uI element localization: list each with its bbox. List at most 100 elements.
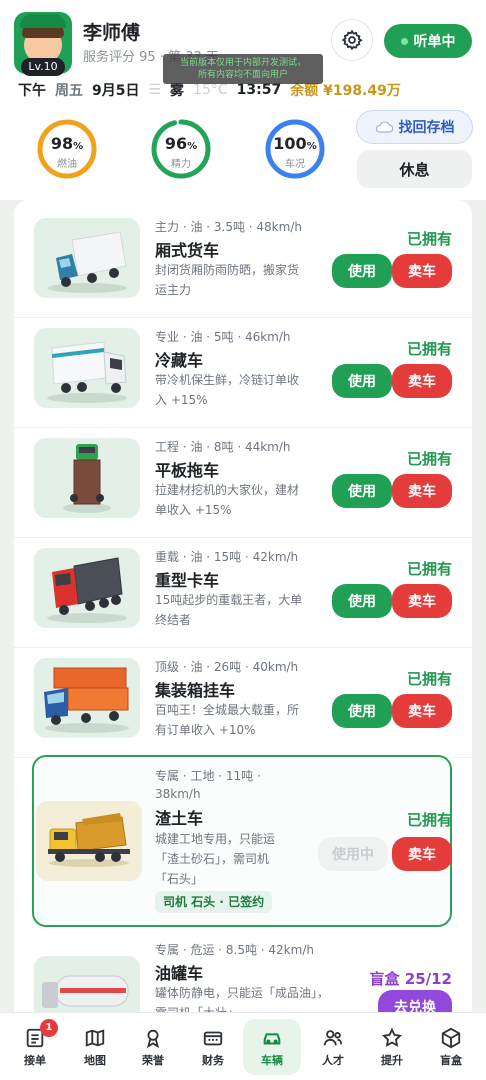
rest-button[interactable]: 休息 bbox=[357, 150, 472, 188]
nav-label: 财务 bbox=[202, 1053, 224, 1067]
box-icon bbox=[441, 1027, 461, 1048]
vehicle-list[interactable]: 主力 · 油 · 3.5吨 · 48km/h 厢式货车 封闭货厢防雨防晒，搬家货… bbox=[14, 200, 472, 1012]
blind-box-count: 盲盒 25/12 bbox=[369, 970, 452, 988]
recover-save-button[interactable]: 找回存档 bbox=[356, 110, 473, 144]
tanker-truck-image bbox=[34, 956, 140, 1012]
use-vehicle-button[interactable]: 使用 bbox=[332, 584, 392, 618]
status-dot-icon bbox=[400, 37, 408, 45]
nav-label: 盲盒 bbox=[440, 1053, 462, 1067]
clock: 13:57 bbox=[236, 82, 282, 98]
nav-orders[interactable]: 接单 1 bbox=[6, 1013, 64, 1080]
vehicle-meta: 专属 · 危运 · 8.5吨 · 42km/h bbox=[155, 943, 314, 957]
vehicle-card: 专业 · 油 · 5吨 · 46km/h 冷藏车 带冷机保生鲜，冷链订单收入 +… bbox=[14, 318, 472, 428]
gear-icon bbox=[341, 29, 363, 51]
use-vehicle-button[interactable]: 使用 bbox=[332, 474, 392, 508]
notice-line-2: 所有内容均不面向用户 bbox=[197, 70, 288, 80]
vehicle-meta: 重载 · 油 · 15吨 · 42km/h bbox=[155, 550, 299, 564]
map-icon bbox=[85, 1028, 105, 1047]
dev-notice-toast: 当前版本仅用于内部开发测试， 所有内容均不面向用户 bbox=[163, 54, 323, 84]
vehicle-name: 渣土车 bbox=[155, 809, 204, 828]
owned-status: 已拥有 bbox=[406, 670, 452, 688]
notice-line-1: 当前版本仅用于内部开发测试， bbox=[179, 58, 306, 68]
sell-vehicle-button[interactable]: 卖车 bbox=[392, 837, 452, 871]
star-icon bbox=[381, 1027, 403, 1047]
cloud-icon bbox=[375, 121, 393, 133]
energy-gauge: 96% 精力 bbox=[150, 118, 212, 180]
nav-finance[interactable]: 财务 bbox=[184, 1013, 242, 1080]
redeem-button[interactable]: 去兑换 bbox=[378, 990, 452, 1012]
nav-blind-box[interactable]: 盲盒 bbox=[422, 1013, 480, 1080]
weekday: 周五 bbox=[55, 83, 83, 99]
nav-label: 接单 bbox=[24, 1053, 46, 1067]
listen-label: 听单中 bbox=[413, 34, 456, 50]
in-use-button: 使用中 bbox=[318, 837, 388, 871]
car-icon bbox=[263, 1032, 281, 1045]
vehicle-desc: 城建工地专用，只能运 「渣土砂石」，需司机 「石头」 bbox=[155, 832, 276, 886]
vehicle-desc: 15吨起步的重载王者，大单 终结者 bbox=[155, 593, 303, 627]
vehicle-meta: 顶级 · 油 · 26吨 · 40km/h bbox=[155, 660, 299, 674]
header: Lv.10 李师傅 服务评分 95 · 第 33 天 听单中 下午 周五 9月5… bbox=[0, 0, 486, 200]
refrigerated-truck-image bbox=[34, 328, 140, 408]
owned-status: 已拥有 bbox=[406, 811, 452, 829]
nav-vehicles[interactable]: 车辆 bbox=[243, 1019, 301, 1075]
nav-talent[interactable]: 人才 bbox=[304, 1013, 362, 1080]
notification-badge: 1 bbox=[40, 1019, 58, 1037]
bottom-nav: 接单 1 地图 荣誉 财务 车辆 人才 提升 盲盒 bbox=[0, 1012, 486, 1080]
level-badge: Lv.10 bbox=[21, 58, 65, 76]
sell-vehicle-button[interactable]: 卖车 bbox=[392, 474, 452, 508]
vehicle-card: 顶级 · 油 · 26吨 · 40km/h 集装箱挂车 百吨王！全城最大载重，所… bbox=[14, 648, 472, 758]
vehicle-card-active: 专属 · 工地 · 11吨 · 38km/h 渣土车 城建工地专用，只能运 「渣土砂… bbox=[32, 755, 452, 927]
nav-label: 人才 bbox=[322, 1053, 344, 1067]
vehicle-meta: 专属 · 工地 · 11吨 · 38km/h bbox=[155, 769, 261, 801]
vehicle-name: 厢式货车 bbox=[155, 241, 220, 260]
fuel-value: 98% bbox=[50, 134, 84, 153]
use-vehicle-button[interactable]: 使用 bbox=[332, 694, 392, 728]
box-truck-image bbox=[34, 218, 140, 298]
vehicle-card-locked: 专属 · 危运 · 8.5吨 · 42km/h 油罐车 罐体防静电，只能运「成品… bbox=[14, 934, 472, 1012]
temperature: 15°C bbox=[193, 82, 228, 98]
use-vehicle-button[interactable]: 使用 bbox=[332, 254, 392, 288]
sell-vehicle-button[interactable]: 卖车 bbox=[392, 254, 452, 288]
flatbed-truck-image bbox=[34, 438, 140, 518]
vehicle-name: 冷藏车 bbox=[155, 351, 204, 370]
vehicle-name: 油罐车 bbox=[155, 964, 204, 983]
condition-value: 100% bbox=[273, 134, 317, 153]
sell-vehicle-button[interactable]: 卖车 bbox=[392, 694, 452, 728]
driver-contract-tag: 司机 石头 · 已签约 bbox=[155, 891, 273, 913]
nav-honor[interactable]: 荣誉 bbox=[124, 1013, 182, 1080]
sell-vehicle-button[interactable]: 卖车 bbox=[392, 364, 452, 398]
nav-map[interactable]: 地图 bbox=[66, 1013, 124, 1080]
vehicle-name: 重型卡车 bbox=[155, 571, 220, 590]
heavy-truck-image bbox=[34, 548, 140, 628]
dump-truck-image bbox=[36, 801, 142, 881]
people-icon bbox=[323, 1029, 343, 1045]
vehicle-name: 平板拖车 bbox=[155, 461, 220, 480]
vehicle-card: 重载 · 油 · 15吨 · 42km/h 重型卡车 15吨起步的重载王者，大单… bbox=[14, 538, 472, 648]
owned-status: 已拥有 bbox=[406, 560, 452, 578]
nav-upgrade[interactable]: 提升 bbox=[363, 1013, 421, 1080]
vehicle-meta: 专业 · 油 · 5吨 · 46km/h bbox=[155, 330, 291, 344]
date: 9月5日 bbox=[92, 83, 140, 99]
vehicle-desc: 拉建材挖机的大家伙，建材 单收入 +15% bbox=[155, 483, 300, 517]
sell-vehicle-button[interactable]: 卖车 bbox=[392, 584, 452, 618]
energy-label: 精力 bbox=[171, 159, 191, 170]
condition-label: 车况 bbox=[285, 159, 305, 170]
listen-toggle-button[interactable]: 听单中 bbox=[384, 24, 472, 58]
settings-button[interactable] bbox=[331, 19, 373, 61]
owned-status: 已拥有 bbox=[406, 450, 452, 468]
driver-name: 李师傅 bbox=[83, 22, 141, 44]
vehicle-meta: 工程 · 油 · 8吨 · 44km/h bbox=[155, 440, 291, 454]
weather-icon: ☰ bbox=[148, 82, 162, 98]
avatar-cap bbox=[20, 14, 66, 28]
vehicle-meta: 主力 · 油 · 3.5吨 · 48km/h bbox=[155, 220, 302, 234]
fuel-label: 燃油 bbox=[57, 159, 77, 170]
energy-value: 96% bbox=[164, 134, 198, 153]
vehicle-desc: 百吨王！全城最大载重，所 有订单收入 +10% bbox=[155, 703, 300, 737]
vehicle-desc: 封闭货厢防雨防晒，搬家货 运主力 bbox=[155, 263, 300, 297]
medal-icon bbox=[146, 1029, 160, 1048]
use-vehicle-button[interactable]: 使用 bbox=[332, 364, 392, 398]
vehicle-condition-gauge: 100% 车况 bbox=[264, 118, 326, 180]
vehicle-name: 集装箱挂车 bbox=[155, 681, 236, 700]
nav-label: 提升 bbox=[381, 1053, 403, 1067]
time-of-day: 下午 bbox=[18, 83, 46, 99]
